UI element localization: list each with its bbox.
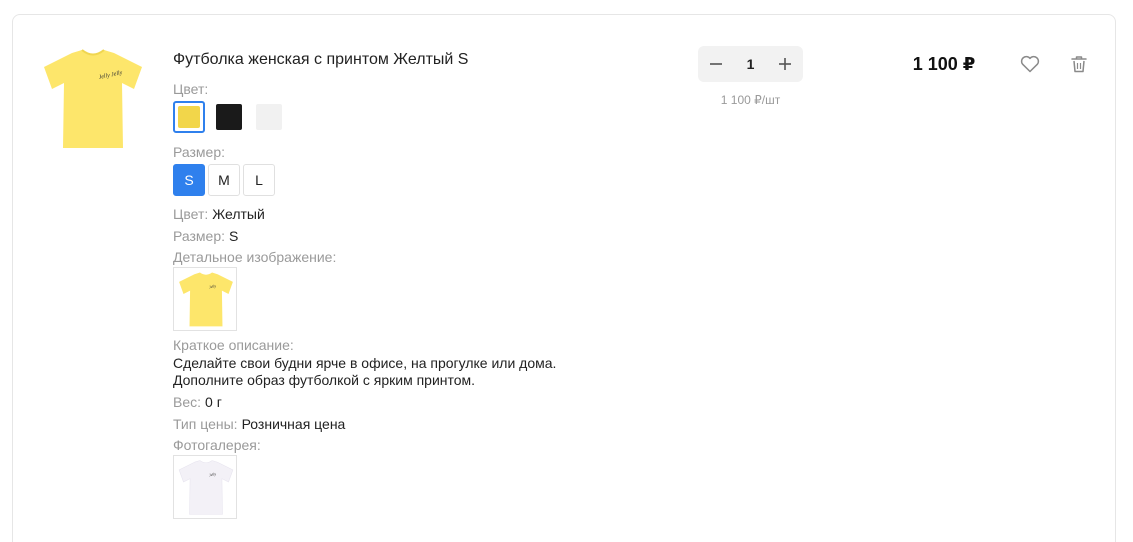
gallery-image[interactable]: Jelly bbox=[173, 455, 237, 519]
short-desc-line-1: Сделайте свои будни ярче в офисе, на про… bbox=[173, 355, 557, 371]
short-desc-line-2: Дополните образ футболкой с ярким принто… bbox=[173, 372, 476, 388]
quantity-stepper: 1 bbox=[698, 46, 803, 82]
product-thumbnail[interactable]: Jelly Jelly bbox=[42, 49, 144, 151]
size-button-s[interactable]: S bbox=[173, 164, 205, 196]
tshirt-yellow-image: Jelly bbox=[179, 272, 233, 327]
short-desc: Сделайте свои будни ярче в офисе, на про… bbox=[173, 355, 556, 389]
prop-weight: Вес: 0 г bbox=[173, 394, 222, 411]
heart-icon bbox=[1020, 55, 1040, 73]
detail-image[interactable]: Jelly bbox=[173, 267, 237, 331]
minus-icon bbox=[710, 63, 722, 65]
product-title[interactable]: Футболка женская с принтом Желтый S bbox=[173, 50, 468, 70]
color-swatch-black[interactable] bbox=[213, 101, 245, 133]
color-option-label: Цвет: bbox=[173, 81, 209, 97]
prop-size-value: S bbox=[229, 228, 239, 244]
prop-color-value: Желтый bbox=[212, 206, 265, 222]
prop-weight-label: Вес: bbox=[173, 394, 202, 410]
tshirt-white-image: Jelly bbox=[178, 460, 234, 515]
trash-icon bbox=[1071, 56, 1087, 73]
prop-size: Размер: S bbox=[173, 228, 238, 245]
size-options: S M L bbox=[173, 164, 275, 196]
delete-button[interactable] bbox=[1068, 53, 1090, 75]
size-button-m[interactable]: M bbox=[208, 164, 240, 196]
prop-price-type-label: Тип цены: bbox=[173, 416, 238, 432]
color-swatches bbox=[173, 101, 285, 133]
short-desc-label: Краткое описание: bbox=[173, 337, 294, 353]
prop-weight-value: 0 г bbox=[205, 394, 222, 410]
color-swatch-yellow[interactable] bbox=[173, 101, 205, 133]
gallery-label: Фотогалерея: bbox=[173, 437, 261, 453]
unit-price: 1 100 ₽/шт bbox=[720, 93, 781, 107]
size-button-l[interactable]: L bbox=[243, 164, 275, 196]
item-total-price: 1 100 ₽ bbox=[912, 54, 976, 74]
detail-image-label: Детальное изображение: bbox=[173, 249, 337, 265]
color-swatch-white[interactable] bbox=[253, 101, 285, 133]
prop-color: Цвет: Желтый bbox=[173, 206, 265, 223]
increase-quantity-button[interactable] bbox=[767, 46, 803, 82]
quantity-value[interactable]: 1 bbox=[747, 56, 755, 72]
decrease-quantity-button[interactable] bbox=[698, 46, 734, 82]
plus-icon bbox=[778, 58, 791, 70]
prop-price-type: Тип цены: Розничная цена bbox=[173, 416, 345, 433]
prop-size-label: Размер: bbox=[173, 228, 226, 244]
tshirt-image: Jelly Jelly bbox=[44, 49, 142, 148]
prop-color-label: Цвет: bbox=[173, 206, 209, 222]
favorite-button[interactable] bbox=[1019, 53, 1041, 75]
prop-price-type-value: Розничная цена bbox=[241, 416, 346, 432]
size-option-label: Размер: bbox=[173, 144, 226, 160]
